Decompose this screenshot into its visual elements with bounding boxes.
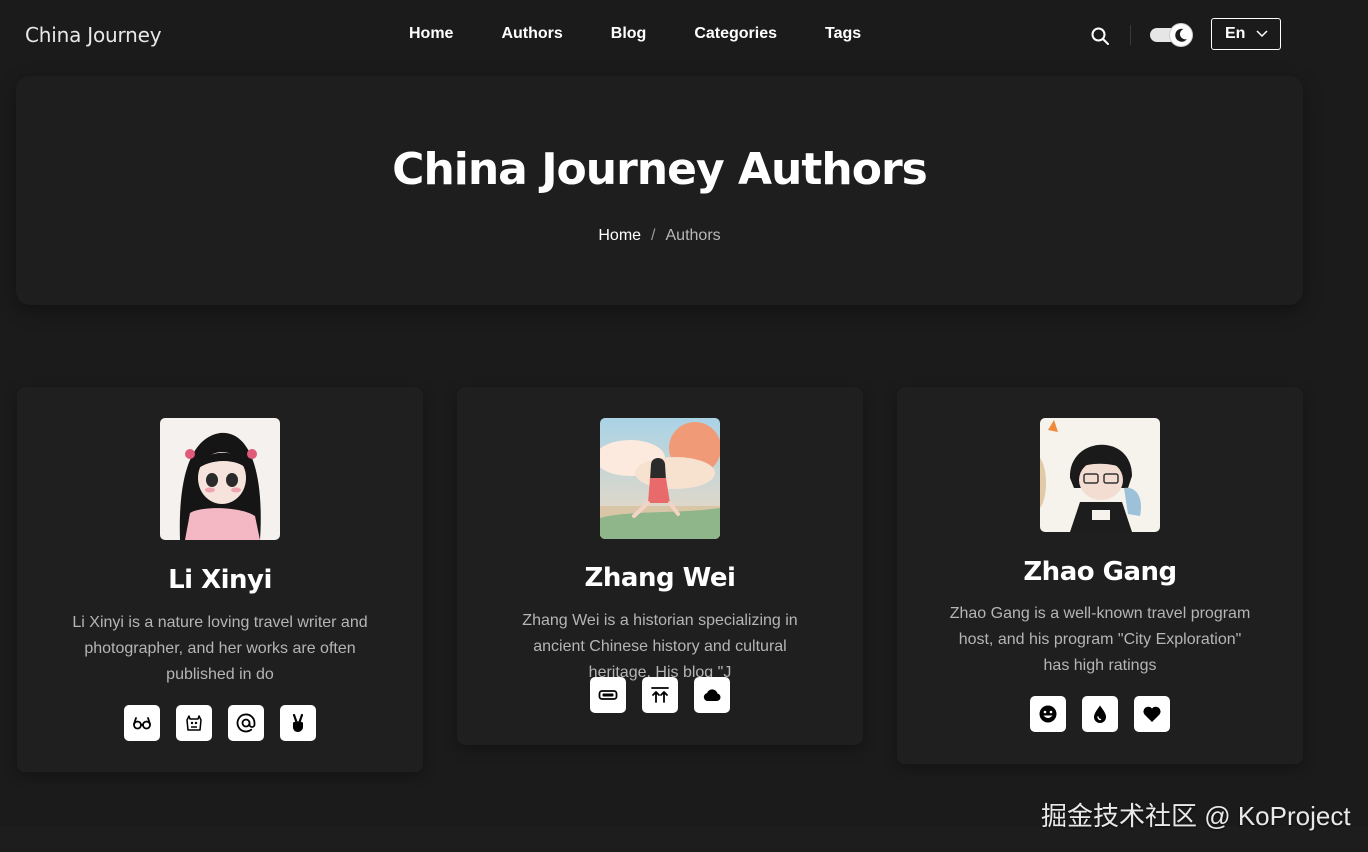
breadcrumb-separator: / [651,227,656,244]
nav-categories[interactable]: Categories [694,25,777,43]
at-sign-icon [236,713,256,733]
author-avatar[interactable] [160,418,280,540]
droplet-icon [1094,705,1106,723]
author-name[interactable]: Li Xinyi [17,565,423,595]
language-label: En [1225,25,1246,42]
social-link[interactable] [228,705,264,741]
social-link[interactable] [642,677,678,713]
main-nav: Home Authors Blog Categories Tags [409,25,861,43]
nav-authors[interactable]: Authors [501,25,562,43]
social-links [897,696,1303,732]
author-bio: Li Xinyi is a nature loving travel write… [72,614,368,683]
moon-icon [1175,28,1187,42]
nav-tags[interactable]: Tags [825,25,861,43]
theme-toggle[interactable] [1150,24,1192,46]
social-link[interactable] [590,677,626,713]
hippo-icon [186,715,202,731]
page-title: China Journey Authors [392,144,928,195]
peace-hand-icon [292,713,304,732]
battery-icon [598,690,618,700]
nav-home[interactable]: Home [409,25,453,43]
header-divider [1130,25,1131,45]
author-card[interactable]: Zhao Gang Zhao Gang is a well-known trav… [897,387,1303,764]
page: China Journey Home Authors Blog Categori… [0,0,1368,852]
breadcrumb: Home / Authors [16,227,1303,245]
avatar-illustration [160,418,280,540]
avatar-illustration [1040,418,1160,532]
chevron-down-icon [1256,30,1268,38]
social-link[interactable] [694,677,730,713]
author-name[interactable]: Zhao Gang [897,557,1303,587]
nav-blog[interactable]: Blog [611,25,647,43]
social-link[interactable] [1082,696,1118,732]
language-select[interactable]: En [1211,18,1281,50]
page-hero: China Journey Authors Home / Authors [16,76,1303,305]
watermark-text: 掘金技术社区 @ KoProject [1041,801,1351,831]
toggle-knob [1170,24,1192,46]
social-link[interactable] [280,705,316,741]
breadcrumb-home[interactable]: Home [598,227,641,245]
breadcrumb-current: Authors [665,227,721,244]
smile-icon [1039,705,1057,723]
author-bio: Zhang Wei is a historian specializing in… [522,612,798,681]
search-icon[interactable] [1090,26,1110,46]
author-avatar[interactable] [600,418,720,539]
cloud-icon [703,689,721,701]
site-logo[interactable]: China Journey [25,23,162,47]
heart-icon [1143,706,1161,722]
site-header: China Journey Home Authors Blog Categori… [0,0,1368,70]
author-bio: Zhao Gang is a well-known travel program… [949,605,1251,674]
upload-arrows-icon [651,687,669,703]
glasses-icon [133,717,151,730]
author-card[interactable]: Li Xinyi Li Xinyi is a nature loving tra… [17,387,423,772]
social-links [17,705,423,741]
social-links [457,677,863,713]
avatar-illustration [600,418,720,539]
social-link[interactable] [1030,696,1066,732]
author-name[interactable]: Zhang Wei [457,563,863,593]
author-avatar[interactable] [1040,418,1160,532]
author-card[interactable]: Zhang Wei Zhang Wei is a historian speci… [457,387,863,745]
social-link[interactable] [124,705,160,741]
social-link[interactable] [1134,696,1170,732]
social-link[interactable] [176,705,212,741]
